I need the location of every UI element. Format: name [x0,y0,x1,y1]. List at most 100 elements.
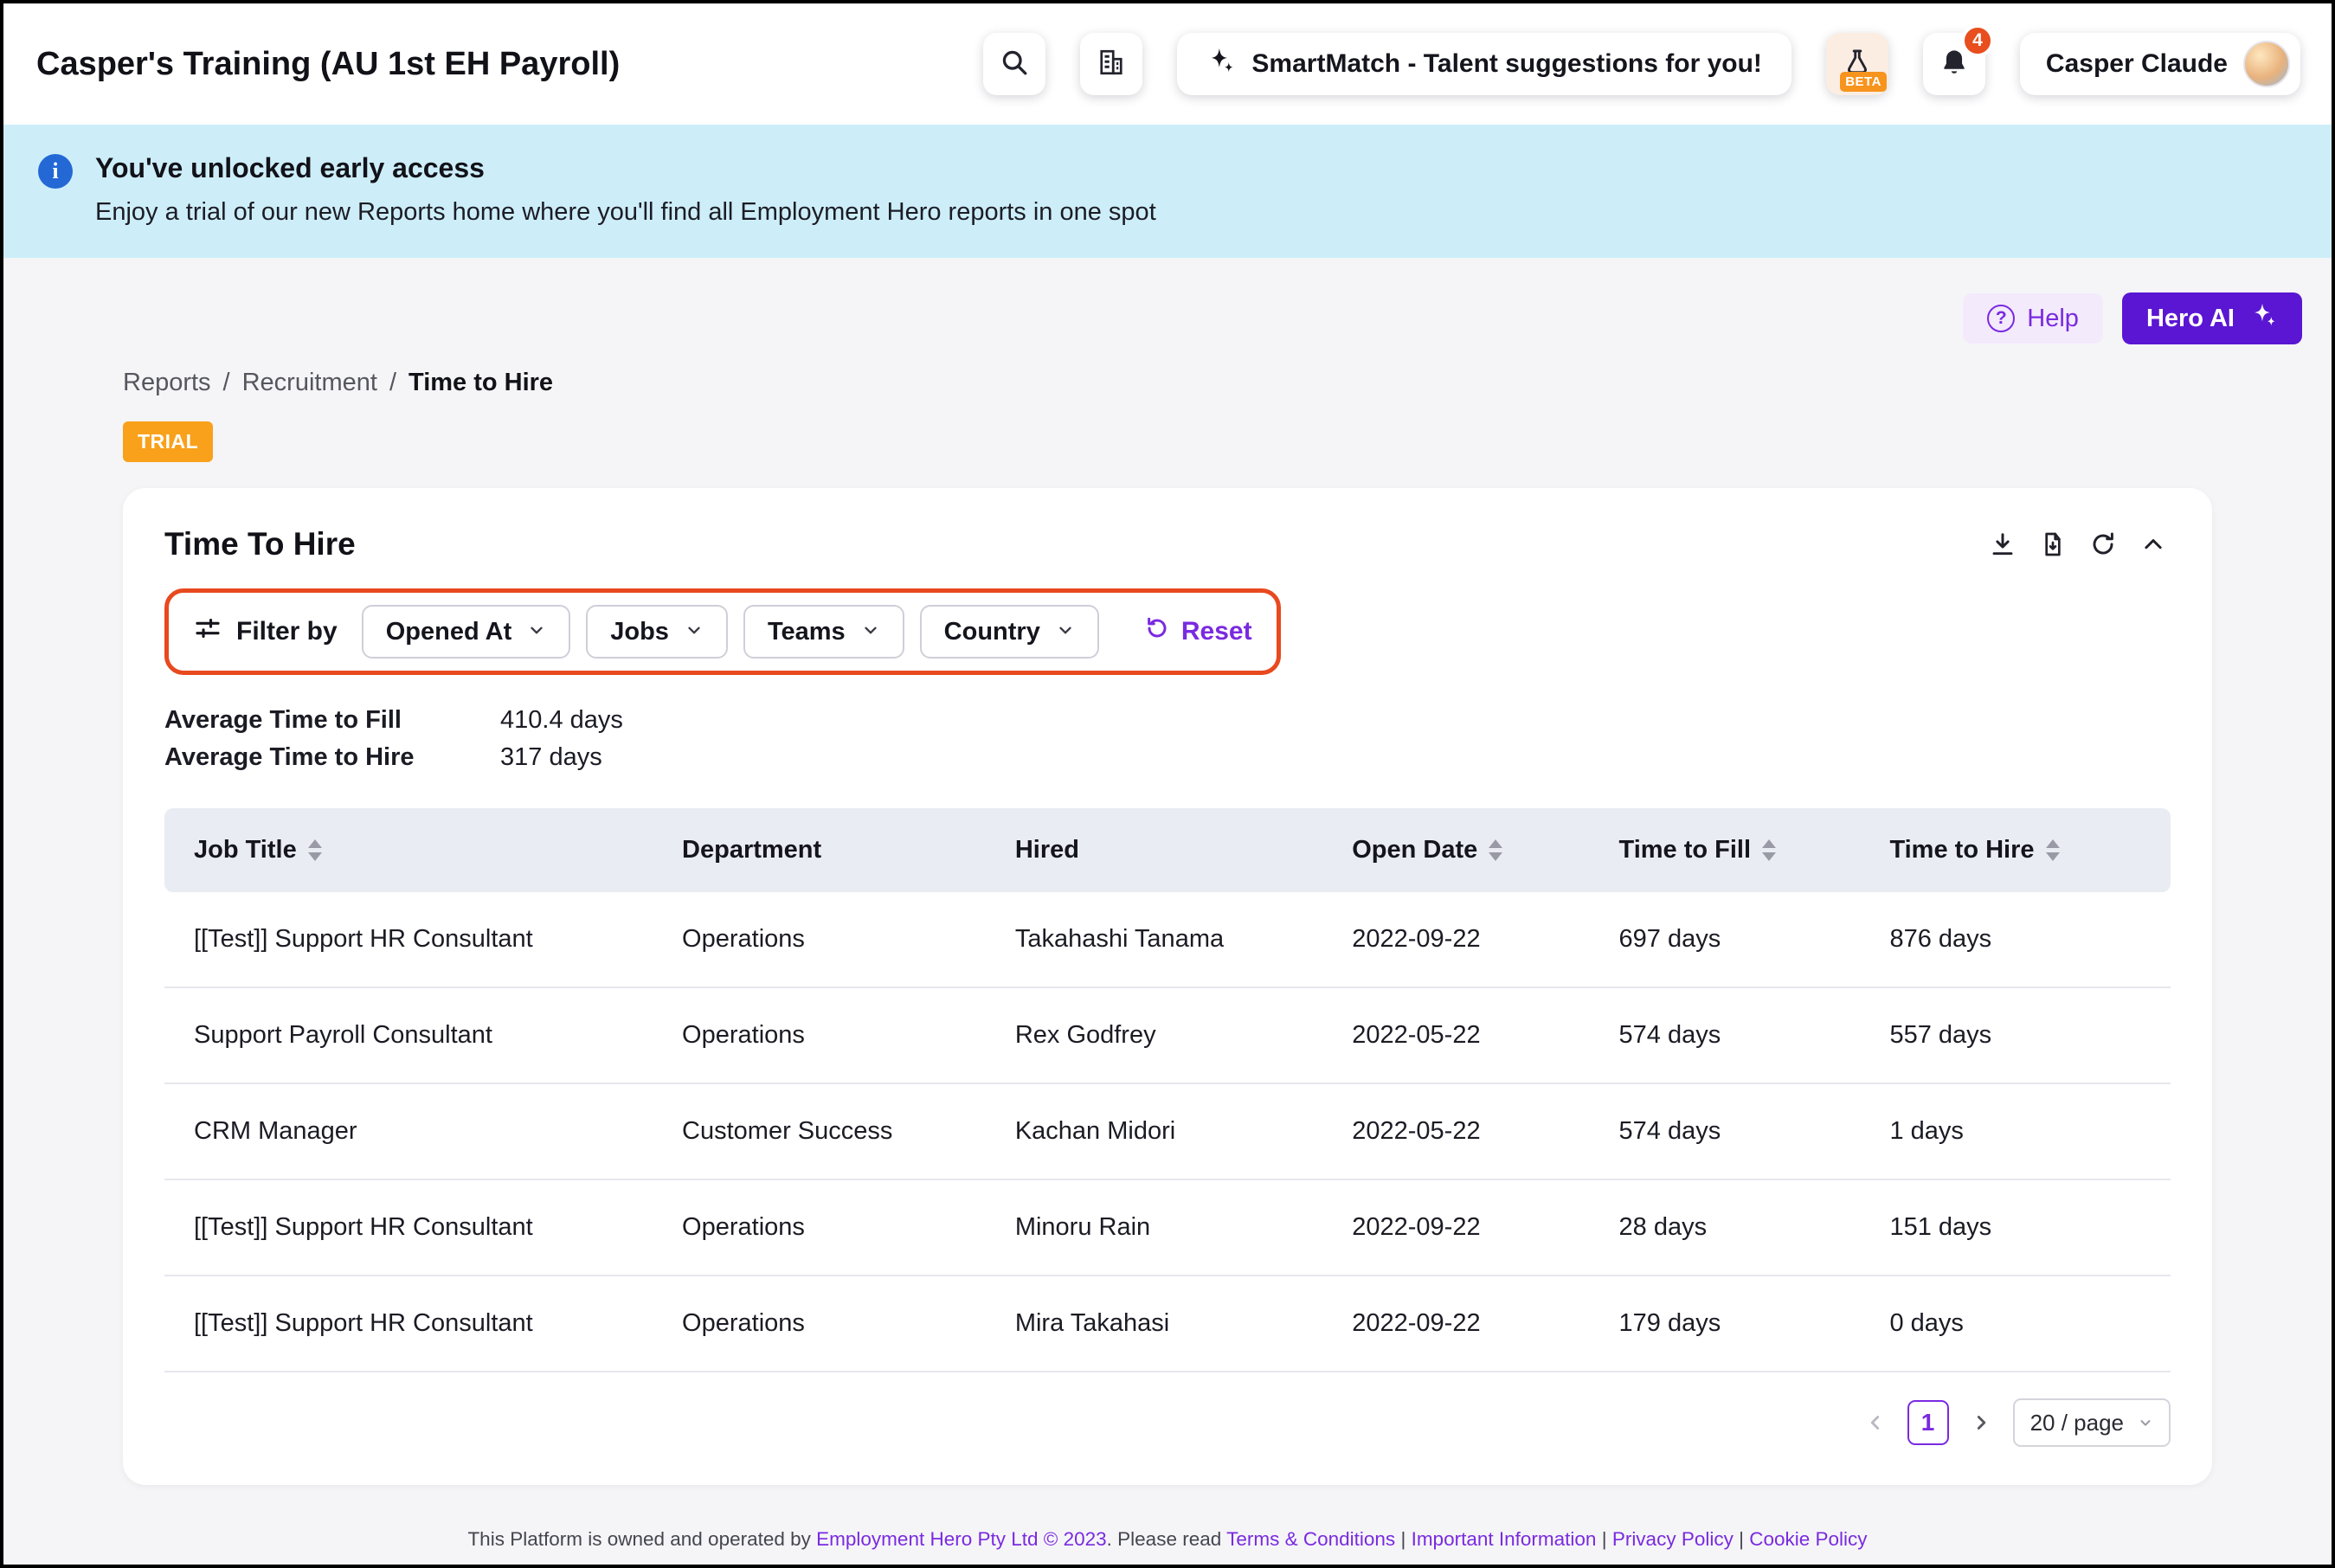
download-icon[interactable] [1985,527,2020,562]
chevron-down-icon [527,618,546,646]
cell-hired: Kachan Midori [1015,1083,1352,1179]
cell-time-to-fill: 179 days [1619,1276,1890,1372]
smartmatch-button[interactable]: SmartMatch - Talent suggestions for you! [1177,33,1791,95]
hero-ai-button[interactable]: Hero AI [2122,292,2302,344]
cell-job-title: [[Test]] Support HR Consultant [164,1276,682,1372]
breadcrumb-reports[interactable]: Reports [123,369,211,397]
cell-hired: Takahashi Tanama [1015,892,1352,987]
banner-body: Enjoy a trial of our new Reports home wh… [95,198,1156,227]
footer-link-important-information[interactable]: Important Information [1412,1528,1597,1550]
card-toolbar [1985,527,2171,562]
footer-link-cookie-policy[interactable]: Cookie Policy [1749,1528,1867,1550]
avg-time-to-fill-value: 410.4 days [500,706,623,735]
beta-badge: BETA [1840,72,1887,92]
filter-teams[interactable]: Teams [743,605,904,659]
smartmatch-label: SmartMatch - Talent suggestions for you! [1251,49,1762,79]
reset-label: Reset [1181,617,1252,646]
time-to-hire-card: Time To Hire [123,488,2212,1485]
table-row: Support Payroll Consultant Operations Re… [164,987,2171,1083]
cell-hired: Rex Godfrey [1015,987,1352,1083]
footer-text: . Please read [1107,1528,1226,1550]
card-header: Time To Hire [164,526,2171,562]
column-header-open-date[interactable]: Open Date [1352,808,1618,892]
banner-text: You've unlocked early access Enjoy a tri… [95,152,1156,227]
question-icon: ? [1987,305,2015,332]
sort-icon [1489,839,1502,861]
footer-link-privacy-policy[interactable]: Privacy Policy [1612,1528,1734,1550]
footer-company-link[interactable]: Employment Hero Pty Ltd © 2023 [816,1528,1107,1550]
page-number[interactable]: 1 [1907,1400,1949,1445]
report-page: Reports / Recruitment / Time to Hire TRI… [123,357,2212,1485]
help-label: Help [2027,305,2079,333]
column-header-time-to-hire[interactable]: Time to Hire [1889,808,2171,892]
sort-icon [2046,839,2060,861]
table-row: CRM Manager Customer Success Kachan Mido… [164,1083,2171,1179]
table-row: [[Test]] Support HR Consultant Operation… [164,1179,2171,1276]
sort-icon [1762,839,1776,861]
filter-dropdowns: Opened At Jobs Teams Country [362,605,1099,659]
cell-time-to-fill: 574 days [1619,987,1890,1083]
app-window: Casper's Training (AU 1st EH Payroll) Sm… [0,0,2335,1568]
beta-features-button[interactable]: BETA [1826,33,1888,95]
building-icon [1096,47,1127,82]
footer: This Platform is owned and operated by E… [33,1511,2302,1565]
report-title: Time To Hire [164,526,356,562]
early-access-banner: i You've unlocked early access Enjoy a t… [3,125,2332,258]
filter-teams-label: Teams [768,618,846,646]
export-file-icon[interactable] [2036,527,2070,562]
collapse-icon[interactable] [2136,527,2171,562]
cell-time-to-fill: 574 days [1619,1083,1890,1179]
bell-icon [1939,48,1969,81]
banner-title: You've unlocked early access [95,152,1156,184]
sparkle-icon [2250,301,2278,336]
help-button[interactable]: ? Help [1963,293,2103,344]
filter-by: Filter by [193,614,338,650]
sparkle-icon [1206,46,1236,82]
previous-page-icon[interactable] [1861,1408,1890,1437]
table-header-row: Job Title Department Hired Open Date Tim… [164,808,2171,892]
cell-open-date: 2022-09-22 [1352,1179,1618,1276]
breadcrumb-recruitment[interactable]: Recruitment [242,369,377,397]
avg-time-to-fill-label: Average Time to Fill [164,706,500,735]
column-header-time-to-fill[interactable]: Time to Fill [1619,808,1890,892]
notifications-button[interactable]: 4 [1923,33,1985,95]
cell-department: Customer Success [682,1083,1015,1179]
breadcrumb-separator: / [389,369,396,397]
top-header: Casper's Training (AU 1st EH Payroll) Sm… [3,3,2332,125]
filter-by-label: Filter by [236,617,338,646]
search-button[interactable] [983,33,1045,95]
chevron-down-icon [2138,1410,2153,1436]
filter-opened-at[interactable]: Opened At [362,605,571,659]
user-menu-button[interactable]: Casper Claude [2020,33,2300,95]
avatar [2243,41,2290,87]
cell-job-title: [[Test]] Support HR Consultant [164,892,682,987]
hero-ai-label: Hero AI [2146,305,2235,333]
cell-hired: Minoru Rain [1015,1179,1352,1276]
header-actions: SmartMatch - Talent suggestions for you!… [983,33,2300,95]
breadcrumb: Reports / Recruitment / Time to Hire [123,369,2212,397]
page-size-select[interactable]: 20 / page [2013,1398,2171,1447]
time-to-hire-table: Job Title Department Hired Open Date Tim… [164,808,2171,1372]
cell-time-to-fill: 697 days [1619,892,1890,987]
reset-filters-button[interactable]: Reset [1144,615,1252,648]
page-size-value: 20 / page [2030,1410,2124,1436]
organisation-switcher-button[interactable] [1080,33,1142,95]
next-page-icon[interactable] [1966,1408,1996,1437]
footer-link-terms[interactable]: Terms & Conditions [1226,1528,1395,1550]
filter-opened-at-label: Opened At [386,618,512,646]
column-header-job-title[interactable]: Job Title [164,808,682,892]
refresh-icon[interactable] [2086,527,2120,562]
filter-country[interactable]: Country [920,605,1099,659]
sort-icon [308,839,322,861]
cell-department: Operations [682,1276,1015,1372]
cell-time-to-hire: 557 days [1889,987,2171,1083]
page-actions: ? Help Hero AI [33,292,2302,344]
filter-highlight: Filter by Opened At Jobs Teams [164,588,1281,675]
cell-department: Operations [682,987,1015,1083]
footer-separator: | [1400,1528,1406,1550]
user-name: Casper Claude [2046,49,2228,79]
filter-jobs[interactable]: Jobs [586,605,728,659]
avg-time-to-hire-label: Average Time to Hire [164,743,500,772]
sliders-icon [193,614,222,650]
breadcrumb-separator: / [223,369,230,397]
